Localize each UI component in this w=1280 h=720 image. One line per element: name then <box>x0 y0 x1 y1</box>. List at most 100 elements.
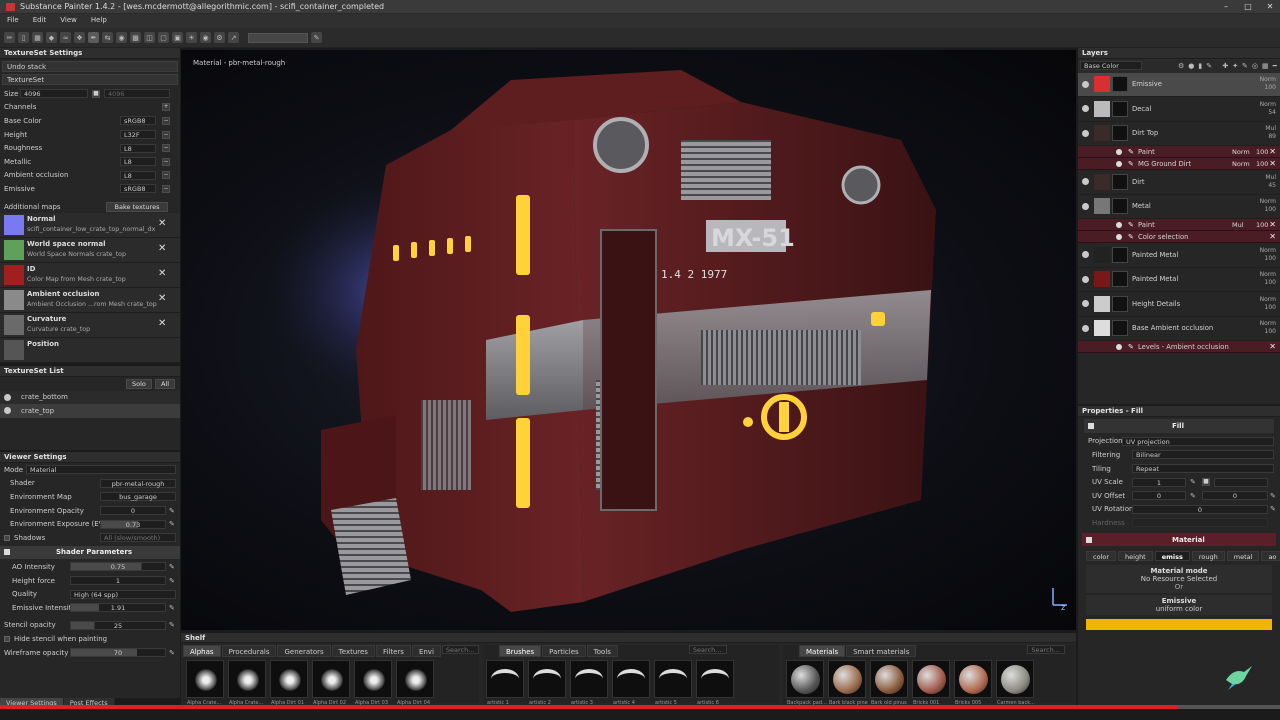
bake-textures-button[interactable]: Bake textures <box>106 201 168 212</box>
3d-viewport[interactable]: Material - pbr-metal-rough MX-51 1.4 2 1… <box>181 50 1076 630</box>
brush-thumbnail[interactable]: artistic 5 <box>654 660 692 706</box>
pen-icon[interactable]: ✎ <box>311 32 322 43</box>
edit-icon[interactable]: ✎ <box>169 563 175 571</box>
uv-offset-y[interactable]: 0 <box>1202 491 1268 501</box>
layer-blend-opacity[interactable]: Norm 100 <box>1260 271 1276 287</box>
clone-icon[interactable]: ❖ <box>74 32 85 43</box>
eye-icon[interactable] <box>1116 221 1122 228</box>
remove-channel-icon[interactable]: − <box>162 184 170 193</box>
layer-blend-opacity[interactable]: Norm 100 <box>1260 320 1276 336</box>
layer-effect-row[interactable]: ✎ Paint Norm 100 ✕ <box>1078 146 1280 159</box>
layer-effect-opacity[interactable]: 100 <box>1256 221 1268 229</box>
layer-opacity[interactable]: 45 <box>1265 182 1276 190</box>
close-icon[interactable]: ✕ <box>1264 1 1276 12</box>
eye-icon[interactable] <box>1082 324 1089 332</box>
layer-effect-row[interactable]: ✎ Levels - Ambient occlusion ✕ <box>1078 341 1280 354</box>
edit-icon[interactable]: ✎ <box>169 649 175 657</box>
textureset-item[interactable]: crate_bottom <box>0 390 180 405</box>
material-thumbnail[interactable]: Bark old pinus <box>870 660 908 706</box>
remove-effect-icon[interactable]: ✕ <box>1269 342 1276 351</box>
layer-row[interactable]: Base Ambient occlusion Norm 100 <box>1078 317 1280 342</box>
brush-size-slider[interactable] <box>248 32 308 43</box>
smudge-icon[interactable]: ≈ <box>60 32 71 43</box>
layer-effect-row[interactable]: ✎ MG Ground Dirt Norm 100 ✕ <box>1078 158 1280 171</box>
hardness-slider[interactable] <box>1132 518 1268 528</box>
fill-header[interactable]: Fill <box>1084 419 1274 433</box>
layer-blend-mode[interactable]: Norm <box>1260 247 1276 255</box>
layer-effect-opacity[interactable]: 100 <box>1256 148 1268 156</box>
eye-icon[interactable] <box>1116 343 1122 350</box>
edit-icon[interactable]: ✎ <box>169 520 175 528</box>
shelf-search-input[interactable]: Search... <box>441 645 479 654</box>
alpha-thumbnail[interactable]: Alpha Dirt 04 <box>396 660 434 706</box>
remove-channel-icon[interactable]: − <box>162 171 170 180</box>
channel-tab-ao[interactable]: ao <box>1261 551 1280 562</box>
emissive-color-swatch[interactable] <box>1086 618 1272 630</box>
layer-opacity[interactable]: 100 <box>1260 255 1276 263</box>
layer-blend-mode[interactable]: Norm <box>1260 320 1276 328</box>
layer-row[interactable]: Painted Metal Norm 100 <box>1078 268 1280 293</box>
textureset-item[interactable]: crate_top <box>0 404 180 418</box>
minimize-icon[interactable]: – <box>1220 1 1232 12</box>
channel-tab-emiss[interactable]: emiss <box>1154 551 1190 562</box>
layer-blend-mode[interactable]: Norm <box>1260 76 1276 84</box>
layer-row[interactable]: Painted Metal Norm 100 <box>1078 243 1280 268</box>
capture-icon[interactable]: ◉ <box>200 32 211 43</box>
edit-icon[interactable]: ✎ <box>169 621 175 629</box>
menu-help[interactable]: Help <box>84 14 114 28</box>
layer-row[interactable]: Emissive Norm 100 <box>1078 72 1280 98</box>
eye-icon[interactable] <box>1082 202 1089 210</box>
tab-alphas[interactable]: Alphas <box>183 645 221 657</box>
layer-effect-row[interactable]: ✎ Paint Mul 100 ✕ <box>1078 219 1280 232</box>
shelf-search-input[interactable]: Search... <box>1027 645 1066 654</box>
lock-icon[interactable]: ■ <box>1202 478 1210 487</box>
env-opacity-slider[interactable]: 0 <box>100 506 166 516</box>
layer-effect-blend[interactable]: Norm <box>1232 160 1250 168</box>
alpha-thumbnail[interactable]: Alpha Dirt 02 <box>312 660 350 706</box>
shader-select[interactable]: pbr-metal-rough <box>100 478 176 488</box>
layer-row[interactable]: Metal Norm 100 <box>1078 195 1280 220</box>
material-thumbnail[interactable]: Carmen back... <box>996 660 1035 706</box>
tab-materials[interactable]: Materials <box>799 645 846 657</box>
eye-icon[interactable] <box>4 407 11 415</box>
channel-format-select[interactable]: L8 <box>120 143 156 153</box>
tab-generators[interactable]: Generators <box>277 645 331 657</box>
tab-brushes[interactable]: Brushes <box>499 645 542 657</box>
camera-icon[interactable]: ◉ <box>116 32 127 43</box>
projection-select[interactable]: UV projection <box>1122 436 1274 446</box>
channel-format-select[interactable]: L8 <box>120 170 156 180</box>
layer-row[interactable]: Height Details Norm 100 <box>1078 292 1280 317</box>
layer-row[interactable]: Dirt Top Mul 89 <box>1078 122 1280 147</box>
remove-effect-icon[interactable]: ✕ <box>1269 232 1276 241</box>
eye-icon[interactable] <box>1116 148 1122 155</box>
channel-tab-rough[interactable]: rough <box>1191 551 1225 562</box>
menu-edit[interactable]: Edit <box>26 14 54 28</box>
channel-tab-color[interactable]: color <box>1086 551 1117 562</box>
menu-view[interactable]: View <box>53 14 84 28</box>
shadows-select[interactable]: All (slow/smooth) <box>100 533 176 543</box>
eye-icon[interactable] <box>1082 300 1089 308</box>
remove-channel-icon[interactable]: − <box>162 144 170 153</box>
filtering-select[interactable]: Bilinear <box>1132 450 1274 460</box>
tab-textures[interactable]: Textures <box>331 645 375 657</box>
geometry-mask-icon[interactable]: ◆ <box>46 32 57 43</box>
eye-icon[interactable] <box>1082 251 1089 259</box>
wireframe-opacity-slider[interactable]: 70 <box>70 648 166 658</box>
layer-opacity[interactable]: 100 <box>1260 206 1276 214</box>
shader-parameters-header[interactable]: Shader Parameters <box>0 545 180 560</box>
brush-thumbnail[interactable]: artistic 1 <box>486 660 524 706</box>
channel-format-select[interactable]: L32F <box>120 130 156 140</box>
material-thumbnail[interactable]: Backpack pad... <box>786 660 827 706</box>
remove-map-icon[interactable]: ✕ <box>158 318 166 329</box>
view-2d-icon[interactable]: ▢ <box>158 32 169 43</box>
remove-map-icon[interactable]: ✕ <box>158 218 166 229</box>
tab-tools[interactable]: Tools <box>586 645 618 657</box>
alpha-thumbnail[interactable]: Alpha Dirt 01 <box>270 660 308 706</box>
layer-row[interactable]: Decal Norm 54 <box>1078 97 1280 122</box>
all-button[interactable]: All <box>155 378 176 389</box>
channel-tab-height[interactable]: height <box>1118 551 1153 562</box>
mode-select[interactable]: Material <box>26 465 176 475</box>
additional-map-item[interactable]: Normal scifi_container_low_crate_top_norm… <box>0 213 180 239</box>
layer-blend-mode[interactable]: Mul <box>1265 125 1276 133</box>
layer-blend-mode[interactable]: Norm <box>1260 271 1276 279</box>
